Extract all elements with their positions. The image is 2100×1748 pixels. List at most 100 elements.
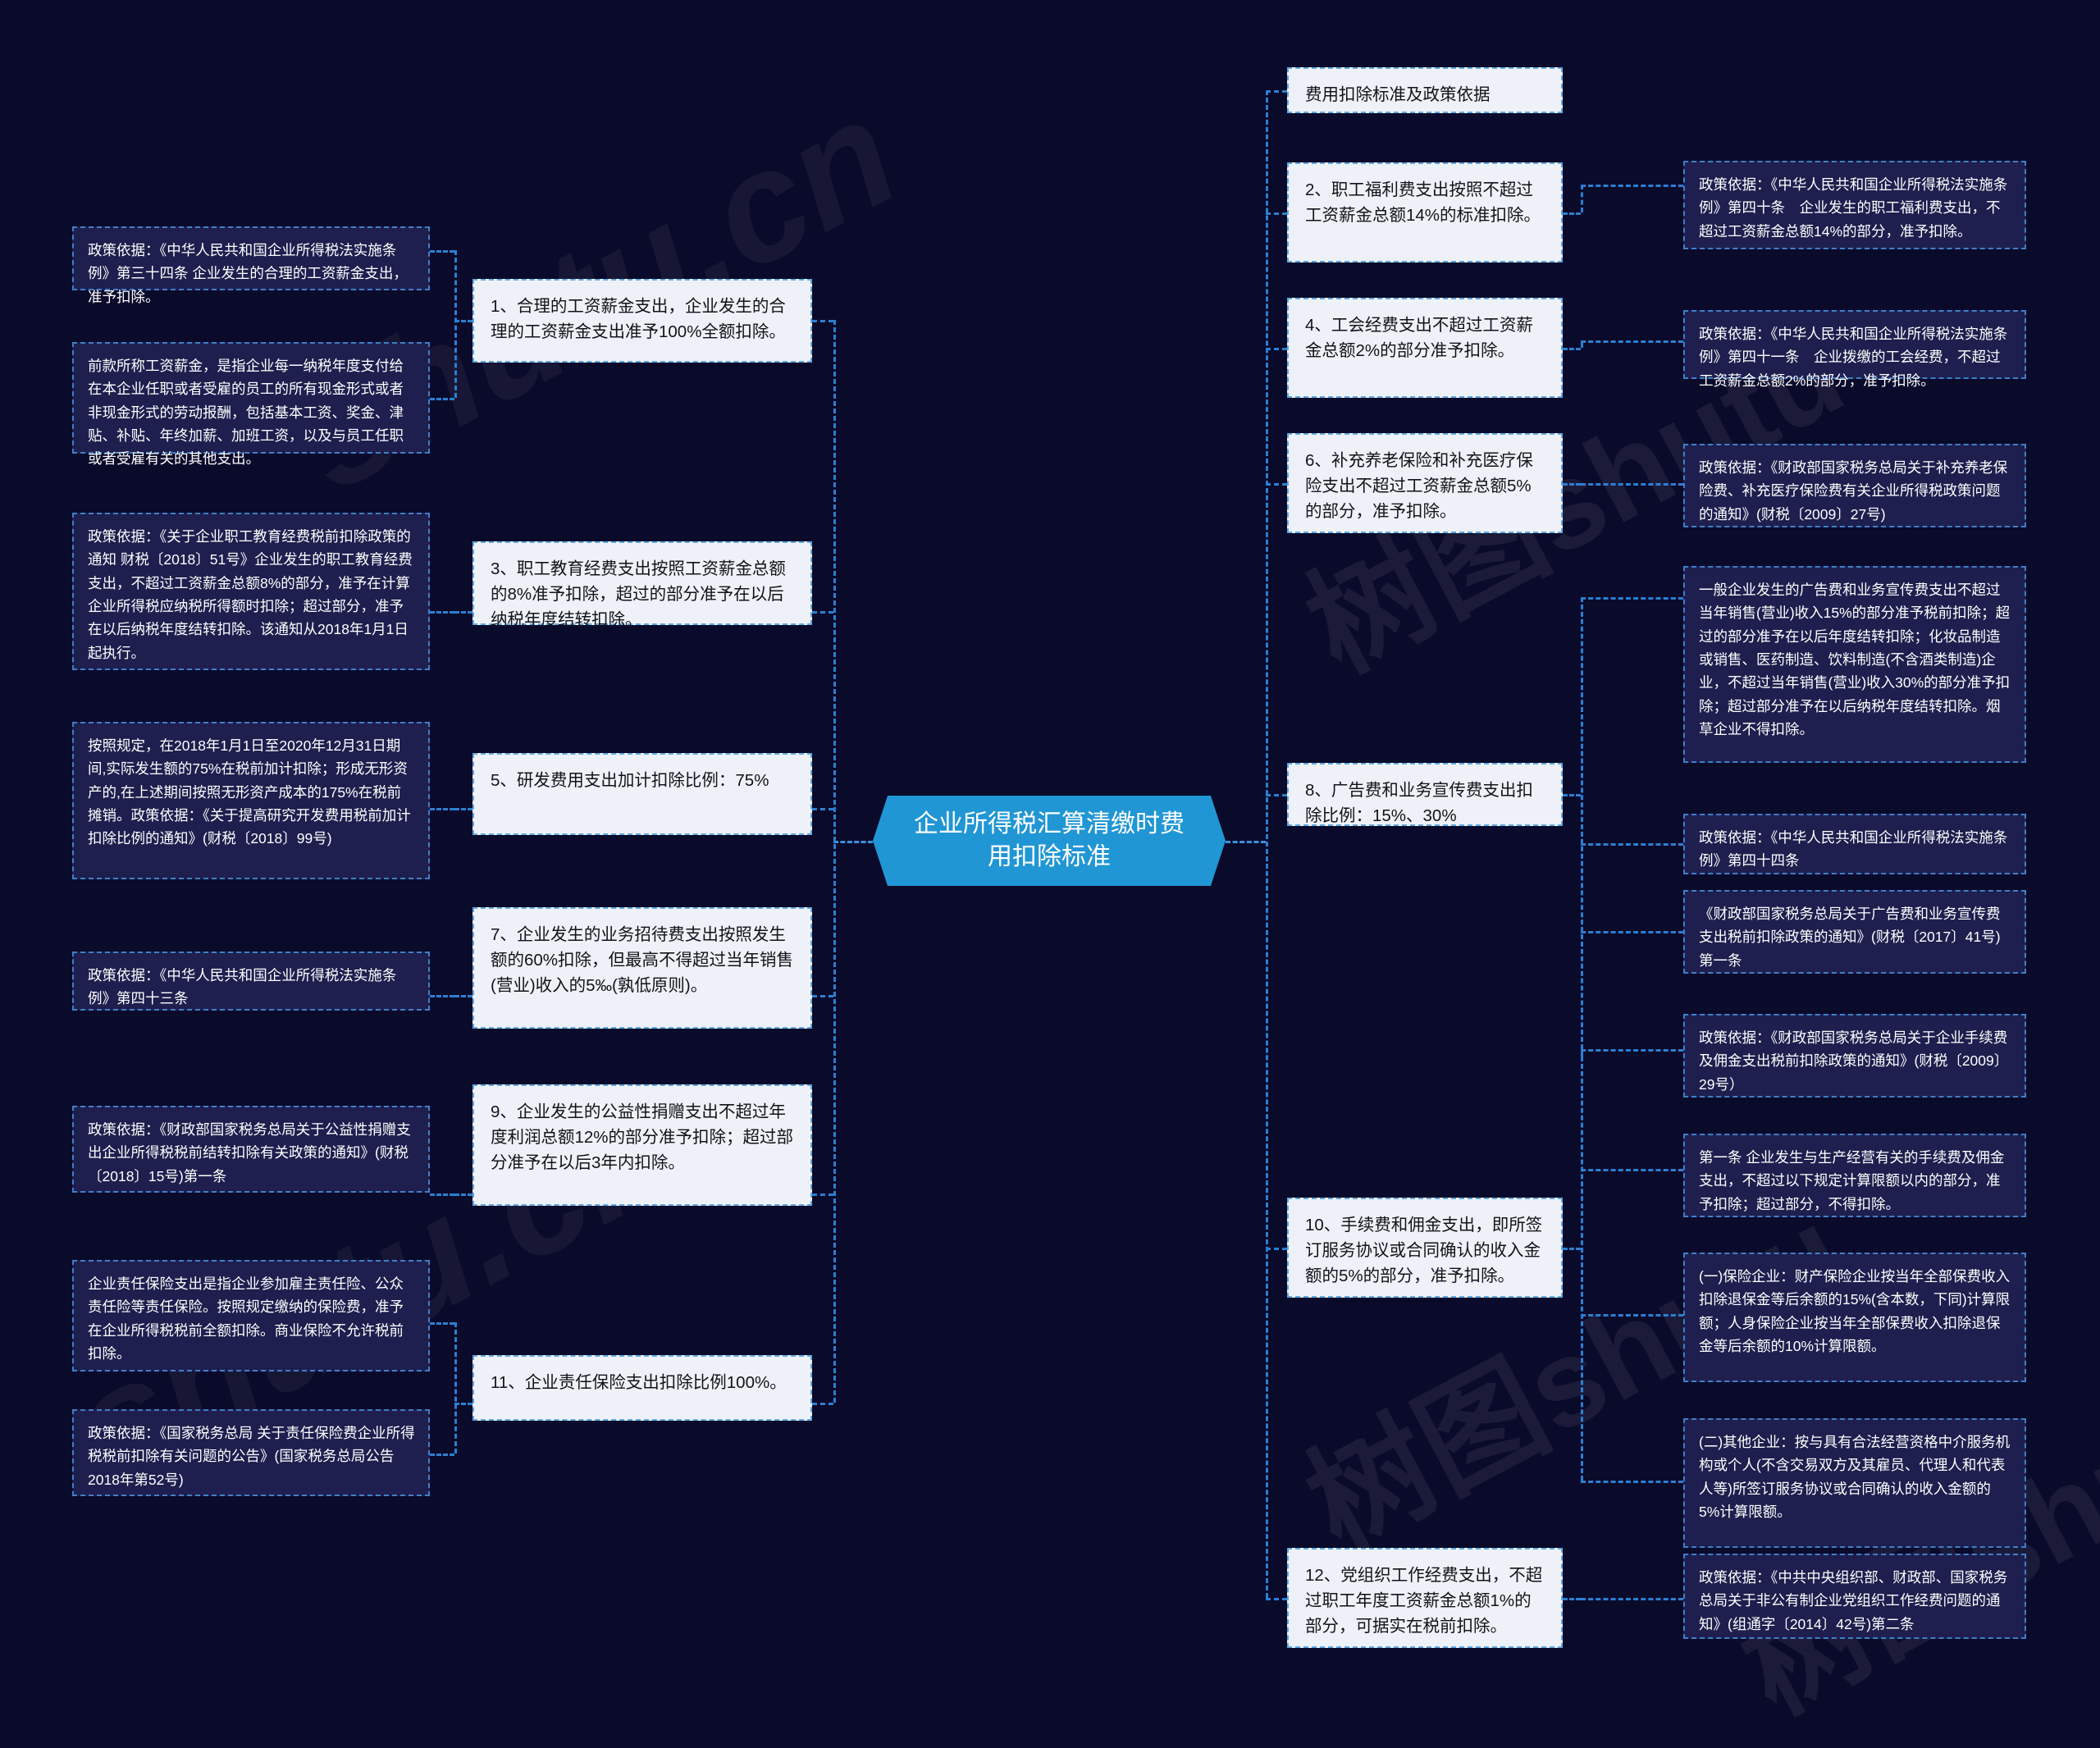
- policy-left-label-5: 政策依据：《财政部国家税务总局关于公益性捐赠支出企业所得税税前结转扣除有关政策的…: [88, 1121, 411, 1184]
- topic-left-label-4: 9、企业发生的公益性捐赠支出不超过年度利润总额12%的部分准予扣除；超过部分准予…: [491, 1102, 794, 1173]
- policy-right-label-3: 一般企业发生的广告费和业务宣传费支出不超过当年销售(营业)收入15%的部分准予税…: [1699, 582, 2011, 738]
- policy-right-label-7: 第一条 企业发生与生产经营有关的手续费及佣金支出，不超过以下规定计算限额以内的部…: [1699, 1149, 2005, 1212]
- connector-left-stub-0: [812, 320, 833, 322]
- connector-right-stub-0: [1266, 90, 1287, 93]
- policy-left-label-7: 政策依据：《国家税务总局 关于责任保险费企业所得税税前扣除有关问题的公告》(国家…: [88, 1425, 415, 1488]
- topic-right-label-5: 10、手续费和佣金支出，即所签订服务协议或合同确认的收入金额的5%的部分，准予扣…: [1305, 1216, 1543, 1286]
- topic-left-3[interactable]: 7、企业发生的业务招待费支出按照发生额的60%扣除，但最高不得超过当年销售(营业…: [472, 907, 812, 1029]
- connector-right-sub-5b1: [1581, 1169, 1683, 1171]
- topic-right-1[interactable]: 2、职工福利费支出按照不超过工资薪金总额14%的标准扣除。: [1287, 162, 1563, 262]
- connector-right-sub-4b0: [1581, 597, 1683, 600]
- policy-left-label-2: 政策依据：《关于企业职工教育经费税前扣除政策的通知 财税〔2018〕51号》企业…: [88, 528, 413, 661]
- policy-right-label-2: 政策依据：《财政部国家税务总局关于补充养老保险费、补充医疗保险费有关企业所得税政…: [1699, 459, 2008, 523]
- connector-left-sub-3a: [454, 995, 472, 997]
- topic-left-label-2: 5、研发费用支出加计扣除比例：75%: [491, 771, 769, 790]
- topic-right-2[interactable]: 4、工会经费支出不超过工资薪金总额2%的部分准予扣除。: [1287, 298, 1563, 398]
- policy-left-2[interactable]: 政策依据：《关于企业职工教育经费税前扣除政策的通知 财税〔2018〕51号》企业…: [72, 513, 430, 670]
- policy-right-label-0: 政策依据：《中华人民共和国企业所得税法实施条例》第四十条 企业发生的职工福利费支…: [1699, 176, 2008, 240]
- connector-right-sub-6b: [1581, 1598, 1683, 1600]
- policy-left-7[interactable]: 政策依据：《国家税务总局 关于责任保险费企业所得税税前扣除有关问题的公告》(国家…: [72, 1409, 430, 1496]
- connector-right-sub-5b2: [1581, 1314, 1683, 1317]
- policy-right-label-5: 《财政部国家税务总局关于广告费和业务宣传费支出税前扣除政策的通知》(财税〔201…: [1699, 906, 2001, 969]
- connector-right-sub-2b: [1581, 340, 1683, 343]
- topic-right-0[interactable]: 费用扣除标准及政策依据: [1287, 67, 1563, 113]
- connector-left-stub-5: [812, 1403, 833, 1405]
- connector-right-sub-4v: [1581, 597, 1583, 1057]
- connector-left-sub-5v: [454, 1322, 457, 1454]
- policy-right-0[interactable]: 政策依据：《中华人民共和国企业所得税法实施条例》第四十条 企业发生的职工福利费支…: [1683, 161, 2026, 249]
- policy-right-7[interactable]: 第一条 企业发生与生产经营有关的手续费及佣金支出，不超过以下规定计算限额以内的部…: [1683, 1134, 2026, 1217]
- policy-right-label-1: 政策依据：《中华人民共和国企业所得税法实施条例》第四十一条 企业拨缴的工会经费，…: [1699, 326, 2008, 389]
- connector-left-sub-5a: [454, 1403, 472, 1405]
- connector-right-stub-3: [1266, 483, 1287, 486]
- topic-left-2[interactable]: 5、研发费用支出加计扣除比例：75%: [472, 753, 812, 835]
- connector-center-left-stem: [833, 841, 873, 843]
- connector-right-sub-5v: [1581, 1049, 1583, 1481]
- topic-left-5[interactable]: 11、企业责任保险支出扣除比例100%。: [472, 1355, 812, 1421]
- connector-left-sub-0b1: [430, 398, 454, 400]
- connector-right-stub-4: [1266, 794, 1287, 796]
- policy-left-5[interactable]: 政策依据：《财政部国家税务总局关于公益性捐赠支出企业所得税税前结转扣除有关政策的…: [72, 1106, 430, 1193]
- connector-left-sub-4a: [454, 1193, 472, 1196]
- connector-left-stub-3: [812, 995, 833, 997]
- topic-left-label-1: 3、职工教育经费支出按照工资薪金总额的8%准予扣除，超过的部分准予在以后纳税年度…: [491, 559, 786, 630]
- connector-left-sub-1b: [430, 611, 454, 614]
- policy-right-4[interactable]: 政策依据：《中华人民共和国企业所得税法实施条例》第四十四条: [1683, 814, 2026, 874]
- connector-left-sub-5b0: [430, 1322, 454, 1325]
- topic-right-label-4: 8、广告费和业务宣传费支出扣除比例：15%、30%: [1305, 781, 1533, 826]
- policy-left-0[interactable]: 政策依据：《中华人民共和国企业所得税法实施条例》第三十四条 企业发生的合理的工资…: [72, 226, 430, 305]
- topic-right-5[interactable]: 10、手续费和佣金支出，即所签订服务协议或合同确认的收入金额的5%的部分，准予扣…: [1287, 1198, 1563, 1298]
- policy-left-label-4: 政策依据：《中华人民共和国企业所得税法实施条例》第四十三条: [88, 967, 397, 1007]
- policy-left-3[interactable]: 按照规定，在2018年1月1日至2020年12月31日期间,实际发生额的75%在…: [72, 722, 430, 879]
- connector-right-sub-5b3: [1581, 1481, 1683, 1483]
- policy-left-4[interactable]: 政策依据：《中华人民共和国企业所得税法实施条例》第四十三条: [72, 952, 430, 1011]
- connector-left-sub-3b: [430, 995, 454, 997]
- policy-right-6[interactable]: 政策依据：《财政部国家税务总局关于企业手续费及佣金支出税前扣除政策的通知》(财税…: [1683, 1014, 2026, 1098]
- policy-left-6[interactable]: 企业责任保险支出是指企业参加雇主责任险、公众责任险等责任保险。按照规定缴纳的保险…: [72, 1260, 430, 1371]
- policy-right-5[interactable]: 《财政部国家税务总局关于广告费和业务宣传费支出税前扣除政策的通知》(财税〔201…: [1683, 890, 2026, 974]
- connector-right-sub-4b1: [1581, 843, 1683, 846]
- connector-right-sub-4a: [1563, 794, 1581, 796]
- policy-right-1[interactable]: 政策依据：《中华人民共和国企业所得税法实施条例》第四十一条 企业拨缴的工会经费，…: [1683, 310, 2026, 389]
- connector-right-stub-6: [1266, 1598, 1287, 1600]
- policy-right-9[interactable]: (二)其他企业：按与具有合法经营资格中介服务机构或个人(不含交易双方及其雇员、代…: [1683, 1418, 2026, 1548]
- topic-right-label-0: 费用扣除标准及政策依据: [1305, 85, 1491, 104]
- policy-left-label-1: 前款所称工资薪金，是指企业每一纳税年度支付给在本企业任职或者受雇的员工的所有现金…: [88, 358, 404, 468]
- policy-right-label-10: 政策依据：《中共中央组织部、财政部、国家税务总局关于非公有制企业党组织工作经费问…: [1699, 1569, 2008, 1632]
- topic-right-label-6: 12、党组织工作经费支出，不超过职工年度工资薪金总额1%的部分，可据实在税前扣除…: [1305, 1566, 1543, 1636]
- topic-right-3[interactable]: 6、补充养老保险和补充医疗保险支出不超过工资薪金总额5%的部分，准予扣除。: [1287, 433, 1563, 533]
- connector-left-sub-1v: [454, 611, 457, 614]
- topic-left-0[interactable]: 1、合理的工资薪金支出，企业发生的合理的工资薪金支出准予100%全额扣除。: [472, 279, 812, 363]
- connector-left-stub-2: [812, 808, 833, 810]
- connector-right-spine: [1266, 90, 1268, 1598]
- connector-left-sub-0v: [454, 250, 457, 398]
- connector-left-stub-1: [812, 611, 833, 614]
- connector-right-sub-5b0: [1581, 1049, 1683, 1052]
- policy-left-1[interactable]: 前款所称工资薪金，是指企业每一纳税年度支付给在本企业任职或者受雇的员工的所有现金…: [72, 342, 430, 467]
- topic-left-4[interactable]: 9、企业发生的公益性捐赠支出不超过年度利润总额12%的部分准予扣除；超过部分准予…: [472, 1084, 812, 1206]
- policy-right-8[interactable]: (一)保险企业：财产保险企业按当年全部保费收入扣除退保金等后余额的15%(含本数…: [1683, 1253, 2026, 1382]
- connector-right-sub-1a: [1563, 212, 1581, 215]
- connector-center-right-stem: [1226, 841, 1266, 843]
- connector-left-sub-4v: [454, 1193, 457, 1196]
- connector-right-sub-3b: [1581, 483, 1683, 486]
- policy-right-label-9: (二)其他企业：按与具有合法经营资格中介服务机构或个人(不含交易双方及其雇员、代…: [1699, 1434, 2011, 1521]
- topic-right-4[interactable]: 8、广告费和业务宣传费支出扣除比例：15%、30%: [1287, 763, 1563, 826]
- policy-right-3[interactable]: 一般企业发生的广告费和业务宣传费支出不超过当年销售(营业)收入15%的部分准予税…: [1683, 566, 2026, 763]
- topic-right-6[interactable]: 12、党组织工作经费支出，不超过职工年度工资薪金总额1%的部分，可据实在税前扣除…: [1287, 1548, 1563, 1648]
- policy-right-10[interactable]: 政策依据：《中共中央组织部、财政部、国家税务总局关于非公有制企业党组织工作经费问…: [1683, 1554, 2026, 1639]
- policy-right-label-4: 政策依据：《中华人民共和国企业所得税法实施条例》第四十四条: [1699, 829, 2008, 869]
- topic-left-1[interactable]: 3、职工教育经费支出按照工资薪金总额的8%准予扣除，超过的部分准予在以后纳税年度…: [472, 541, 812, 629]
- connector-right-sub-2a: [1563, 348, 1581, 350]
- policy-right-2[interactable]: 政策依据：《财政部国家税务总局关于补充养老保险费、补充医疗保险费有关企业所得税政…: [1683, 444, 2026, 527]
- connector-right-sub-1b: [1581, 185, 1683, 187]
- central-topic-node[interactable]: 企业所得税汇算清缴时费用扣除标准: [873, 796, 1226, 886]
- connector-left-sub-0a: [454, 320, 472, 322]
- topic-right-label-3: 6、补充养老保险和补充医疗保险支出不超过工资薪金总额5%的部分，准予扣除。: [1305, 451, 1533, 522]
- connector-left-sub-0b0: [430, 250, 454, 253]
- connector-left-sub-5b1: [430, 1454, 454, 1456]
- policy-right-label-8: (一)保险企业：财产保险企业按当年全部保费收入扣除退保金等后余额的15%(含本数…: [1699, 1268, 2011, 1355]
- connector-right-sub-5a: [1563, 1248, 1581, 1250]
- mindmap-canvas: shutu.cn shutu.cn 树图shutu 树图shutu 树图shut…: [0, 0, 2100, 1739]
- connector-right-sub-3a: [1563, 483, 1581, 486]
